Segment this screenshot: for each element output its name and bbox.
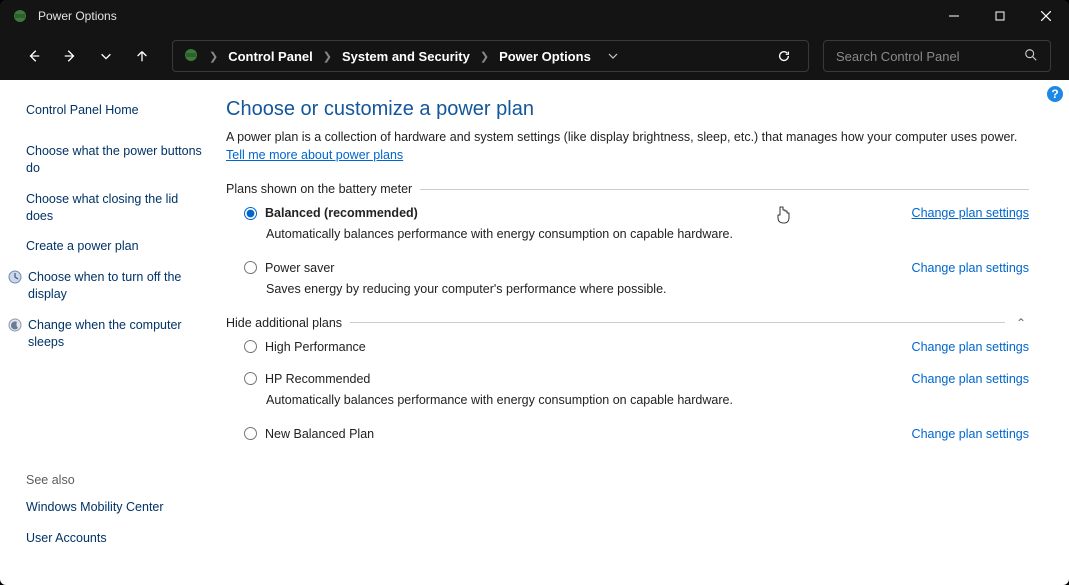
intro-learn-more-link[interactable]: Tell me more about power plans <box>226 148 403 162</box>
section-label-text: Plans shown on the battery meter <box>226 182 412 196</box>
radio-hp-recommended[interactable] <box>244 372 257 385</box>
address-bar[interactable]: ❯ Control Panel ❯ System and Security ❯ … <box>172 40 809 72</box>
change-plan-settings-high-performance[interactable]: Change plan settings <box>912 340 1029 354</box>
recent-dropdown[interactable] <box>90 40 122 72</box>
sidebar-link-turn-off-display[interactable]: Choose when to turn off the display <box>28 269 206 303</box>
plan-label[interactable]: HP Recommended <box>265 372 370 386</box>
radio-high-performance[interactable] <box>244 340 257 353</box>
sidebar-link-create-plan[interactable]: Create a power plan <box>26 238 206 255</box>
change-plan-settings-new-balanced[interactable]: Change plan settings <box>912 427 1029 441</box>
section-label-text: Hide additional plans <box>226 316 342 330</box>
change-plan-settings-power-saver[interactable]: Change plan settings <box>912 261 1029 275</box>
sleep-icon <box>8 318 22 332</box>
breadcrumb-control-panel[interactable]: Control Panel <box>228 49 313 64</box>
plan-power-saver: Power saver Change plan settings Saves e… <box>244 261 1029 298</box>
change-plan-settings-hp-recommended[interactable]: Change plan settings <box>912 372 1029 386</box>
chevron-right-icon: ❯ <box>480 50 489 63</box>
maximize-button[interactable] <box>977 0 1023 32</box>
plan-new-balanced: New Balanced Plan Change plan settings <box>244 427 1029 441</box>
chevron-right-icon: ❯ <box>209 50 218 63</box>
close-button[interactable] <box>1023 0 1069 32</box>
see-also-user-accounts[interactable]: User Accounts <box>26 530 206 547</box>
page-heading: Choose or customize a power plan <box>226 98 1029 121</box>
radio-new-balanced[interactable] <box>244 427 257 440</box>
plan-high-performance: High Performance Change plan settings <box>244 340 1029 354</box>
sidebar-link-power-buttons[interactable]: Choose what the power buttons do <box>26 143 206 177</box>
refresh-button[interactable] <box>770 42 798 70</box>
search-placeholder: Search Control Panel <box>836 49 960 64</box>
see-also-mobility-center[interactable]: Windows Mobility Center <box>26 499 206 516</box>
address-history-dropdown[interactable] <box>601 42 625 70</box>
intro-text: A power plan is a collection of hardware… <box>226 129 1029 164</box>
section-battery-plans: Plans shown on the battery meter <box>226 182 1029 196</box>
window-controls <box>931 0 1069 32</box>
plan-description: Saves energy by reducing your computer's… <box>266 281 1029 298</box>
plan-label[interactable]: Power saver <box>265 261 334 275</box>
section-additional-plans[interactable]: Hide additional plans ⌃ <box>226 316 1029 330</box>
sidebar-link-closing-lid[interactable]: Choose what closing the lid does <box>26 191 206 225</box>
help-icon[interactable]: ? <box>1047 86 1063 102</box>
power-options-icon <box>12 8 28 24</box>
see-also-heading: See also <box>26 473 206 487</box>
plan-label[interactable]: New Balanced Plan <box>265 427 374 441</box>
sidebar-link-computer-sleeps[interactable]: Change when the computer sleeps <box>28 317 206 351</box>
display-off-icon <box>8 270 22 284</box>
radio-balanced[interactable] <box>244 207 257 220</box>
address-icon <box>183 47 199 66</box>
plan-description: Automatically balances performance with … <box>266 392 1029 409</box>
search-icon <box>1024 48 1038 65</box>
main-panel: Choose or customize a power plan A power… <box>218 80 1069 585</box>
divider <box>420 189 1029 190</box>
content-area: ? Control Panel Home Choose what the pow… <box>0 80 1069 585</box>
see-also-section: See also Windows Mobility Center User Ac… <box>26 473 206 571</box>
plan-description: Automatically balances performance with … <box>266 226 1029 243</box>
chevron-right-icon: ❯ <box>323 50 332 63</box>
up-button[interactable] <box>126 40 158 72</box>
breadcrumb-power-options[interactable]: Power Options <box>499 49 591 64</box>
divider <box>350 322 1005 323</box>
intro-text-body: A power plan is a collection of hardware… <box>226 130 1017 144</box>
sidebar: Control Panel Home Choose what the power… <box>0 80 218 585</box>
breadcrumb-system-security[interactable]: System and Security <box>342 49 470 64</box>
title-bar: Power Options <box>0 0 1069 32</box>
minimize-button[interactable] <box>931 0 977 32</box>
radio-power-saver[interactable] <box>244 261 257 274</box>
back-button[interactable] <box>18 40 50 72</box>
forward-button[interactable] <box>54 40 86 72</box>
plan-balanced: Balanced (recommended) Change plan setti… <box>244 206 1029 243</box>
change-plan-settings-balanced[interactable]: Change plan settings <box>912 206 1029 220</box>
window-title: Power Options <box>38 9 117 23</box>
nav-bar: ❯ Control Panel ❯ System and Security ❯ … <box>0 32 1069 80</box>
window-root: Power Options ❯ Control Panel ❯ System a… <box>0 0 1069 585</box>
plan-label[interactable]: Balanced (recommended) <box>265 206 418 220</box>
plan-hp-recommended: HP Recommended Change plan settings Auto… <box>244 372 1029 409</box>
chevron-up-icon[interactable]: ⌃ <box>1013 316 1029 330</box>
plan-label[interactable]: High Performance <box>265 340 366 354</box>
control-panel-home-link[interactable]: Control Panel Home <box>26 102 206 119</box>
search-input[interactable]: Search Control Panel <box>823 40 1051 72</box>
